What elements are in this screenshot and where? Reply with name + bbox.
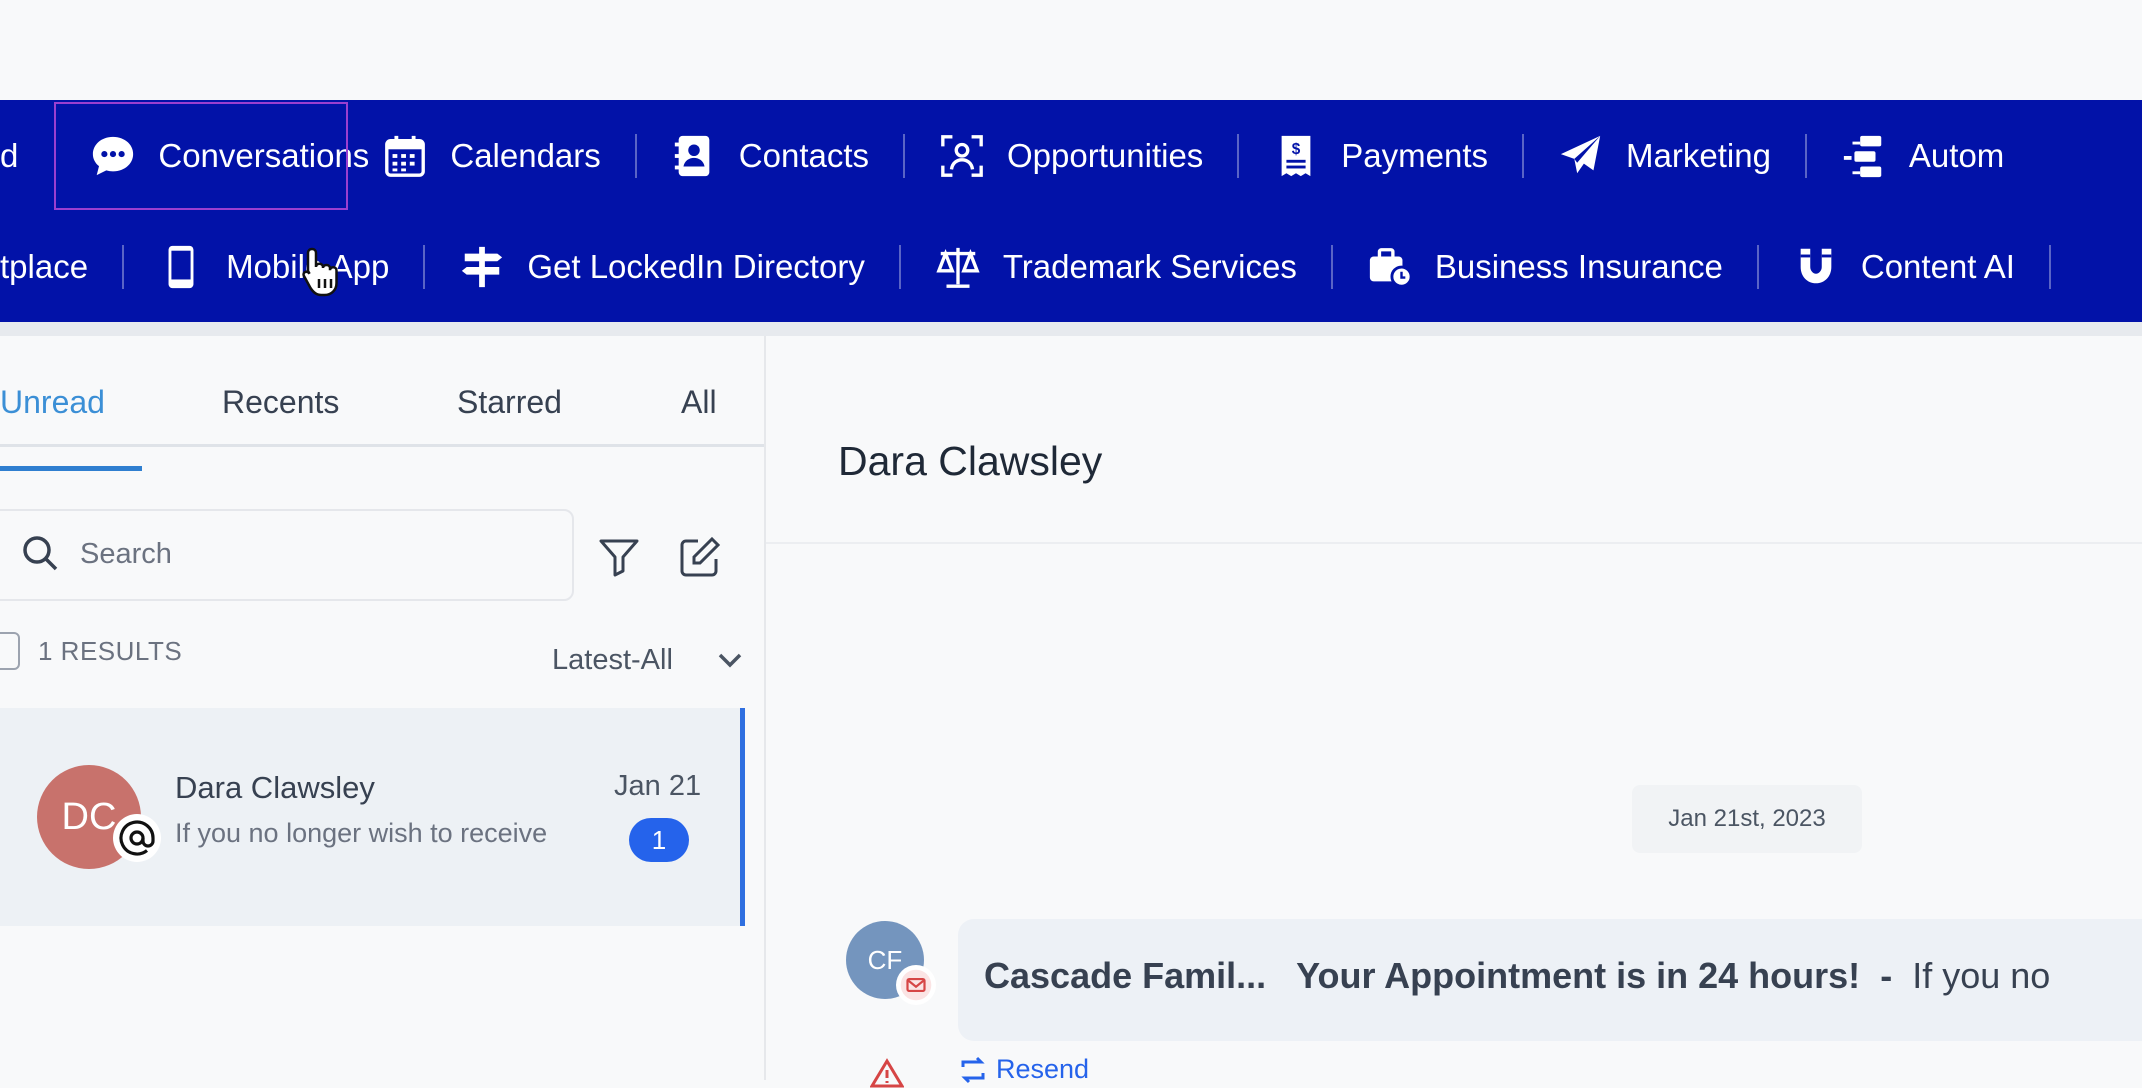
nav-divider	[2048, 244, 2051, 289]
nav-item-label: Get LockedIn Directory	[527, 247, 865, 285]
conversation-list-item[interactable]: DC Dara Clawsley If you no longer wish t…	[0, 708, 745, 926]
search-icon	[23, 536, 58, 571]
message-separator: -	[1880, 955, 1893, 996]
chat-contact-title: Dara Clawsley	[838, 438, 1103, 484]
calendar-icon	[382, 133, 428, 179]
chat-bubble-icon	[90, 133, 136, 179]
search-input[interactable]	[78, 531, 522, 577]
nav-item-trademark-services[interactable]: Trademark Services	[901, 219, 1331, 315]
email-channel-icon	[896, 965, 936, 1005]
tab-all[interactable]: All	[681, 384, 717, 421]
warning-icon	[870, 1058, 904, 1088]
nav-item-content-ai[interactable]: Content AI	[1759, 219, 2049, 315]
results-count: 1 RESULTS	[38, 636, 183, 666]
mobile-phone-icon	[158, 244, 204, 290]
nav-item-label: Calendars	[450, 136, 601, 174]
contact-name: Dara Clawsley	[175, 770, 375, 805]
select-all-checkbox[interactable]	[0, 632, 20, 670]
automation-icon	[1841, 133, 1887, 179]
nav-item-marketing[interactable]: Marketing	[1524, 108, 1805, 204]
nav-item-label: Conversations	[158, 136, 370, 174]
email-channel-icon	[113, 814, 161, 862]
unread-count-badge: 1	[629, 818, 689, 862]
conversation-tabs: Unread Recents Starred All	[0, 372, 764, 447]
results-row: 1 RESULTS Latest-All	[0, 626, 764, 686]
search-box	[0, 509, 574, 601]
date-divider: Jan 21st, 2023	[1632, 785, 1862, 853]
compose-icon[interactable]	[678, 535, 722, 579]
nav-item-label: Trademark Services	[1002, 247, 1297, 285]
tab-starred[interactable]: Starred	[457, 384, 562, 421]
nav-item-label: Content AI	[1860, 247, 2015, 285]
paper-plane-icon	[1558, 133, 1604, 179]
nav-item-automation[interactable]: Autom	[1807, 108, 2038, 204]
magnet-icon	[1793, 244, 1839, 290]
nav-item-label: tplace	[0, 247, 89, 285]
nav-bottom-divider	[0, 322, 2142, 336]
target-user-icon	[939, 133, 985, 179]
filter-icon[interactable]	[597, 535, 641, 579]
nav-item-label: Opportunities	[1007, 136, 1204, 174]
resend-label: Resend	[996, 1054, 1090, 1084]
nav-item-business-insurance[interactable]: Business Insurance	[1333, 219, 1757, 315]
signpost-icon	[459, 244, 505, 290]
tab-unread[interactable]: Unread	[0, 384, 105, 421]
resend-button[interactable]: Resend	[958, 1054, 1089, 1085]
message-snippet: If you no longer wish to receive	[175, 818, 548, 848]
receipt-dollar-icon: $	[1273, 133, 1319, 179]
top-bar	[0, 0, 2142, 100]
message-date: Jan 21	[614, 770, 702, 802]
svg-text:$: $	[1292, 141, 1301, 158]
message-preview: If you no	[1912, 955, 2051, 996]
tab-recents[interactable]: Recents	[222, 384, 339, 421]
nav-item-label: Contacts	[738, 136, 870, 174]
nav-item-opportunities[interactable]: Opportunities	[905, 108, 1237, 204]
sort-dropdown[interactable]: Latest-All	[552, 644, 673, 677]
active-tab-indicator	[0, 466, 142, 471]
nav-item-payments[interactable]: $ Payments	[1239, 108, 1522, 204]
nav-item-dashboard[interactable]: d	[0, 108, 52, 204]
nav-item-lockedin-directory[interactable]: Get LockedIn Directory	[425, 219, 898, 315]
message-subject: Your Appointment is in 24 hours!	[1296, 955, 1861, 996]
hand-pointer-cursor-icon	[302, 247, 338, 297]
chevron-down-icon[interactable]	[716, 646, 744, 674]
briefcase-clock-icon	[1367, 244, 1413, 290]
nav-item-label: Payments	[1341, 136, 1489, 174]
message-sender: Cascade Famil...	[984, 955, 1267, 996]
chat-header: Dara Clawsley	[766, 336, 2142, 544]
chat-panel: Dara Clawsley Jan 21st, 2023 CF Cascade …	[766, 336, 2142, 1088]
message-line: Cascade Famil... Your Appointment is in …	[984, 955, 2050, 997]
conversation-list-panel: Unread Recents Starred All 1 RESULTS Lat…	[0, 336, 766, 1080]
nav-item-label: d	[0, 136, 19, 174]
nav-item-mobile-app[interactable]: Mobile App	[124, 219, 423, 315]
email-message-bubble[interactable]: Cascade Famil... Your Appointment is in …	[958, 919, 2142, 1041]
main-navigation: d Conversations Calendars Contacts Oppor…	[0, 100, 2142, 322]
contact-book-icon	[671, 133, 717, 179]
nav-item-label: Marketing	[1626, 136, 1771, 174]
refresh-icon	[961, 1056, 985, 1083]
nav-item-label: Business Insurance	[1434, 247, 1723, 285]
nav-row-primary: d Conversations Calendars Contacts Oppor…	[0, 100, 2038, 211]
nav-item-marketplace[interactable]: tplace	[0, 219, 122, 315]
nav-item-label: Autom	[1908, 136, 2005, 174]
scales-icon	[935, 244, 981, 290]
nav-item-calendars[interactable]: Calendars	[348, 108, 634, 204]
nav-item-contacts[interactable]: Contacts	[637, 108, 903, 204]
nav-item-conversations[interactable]: Conversations	[54, 101, 369, 210]
